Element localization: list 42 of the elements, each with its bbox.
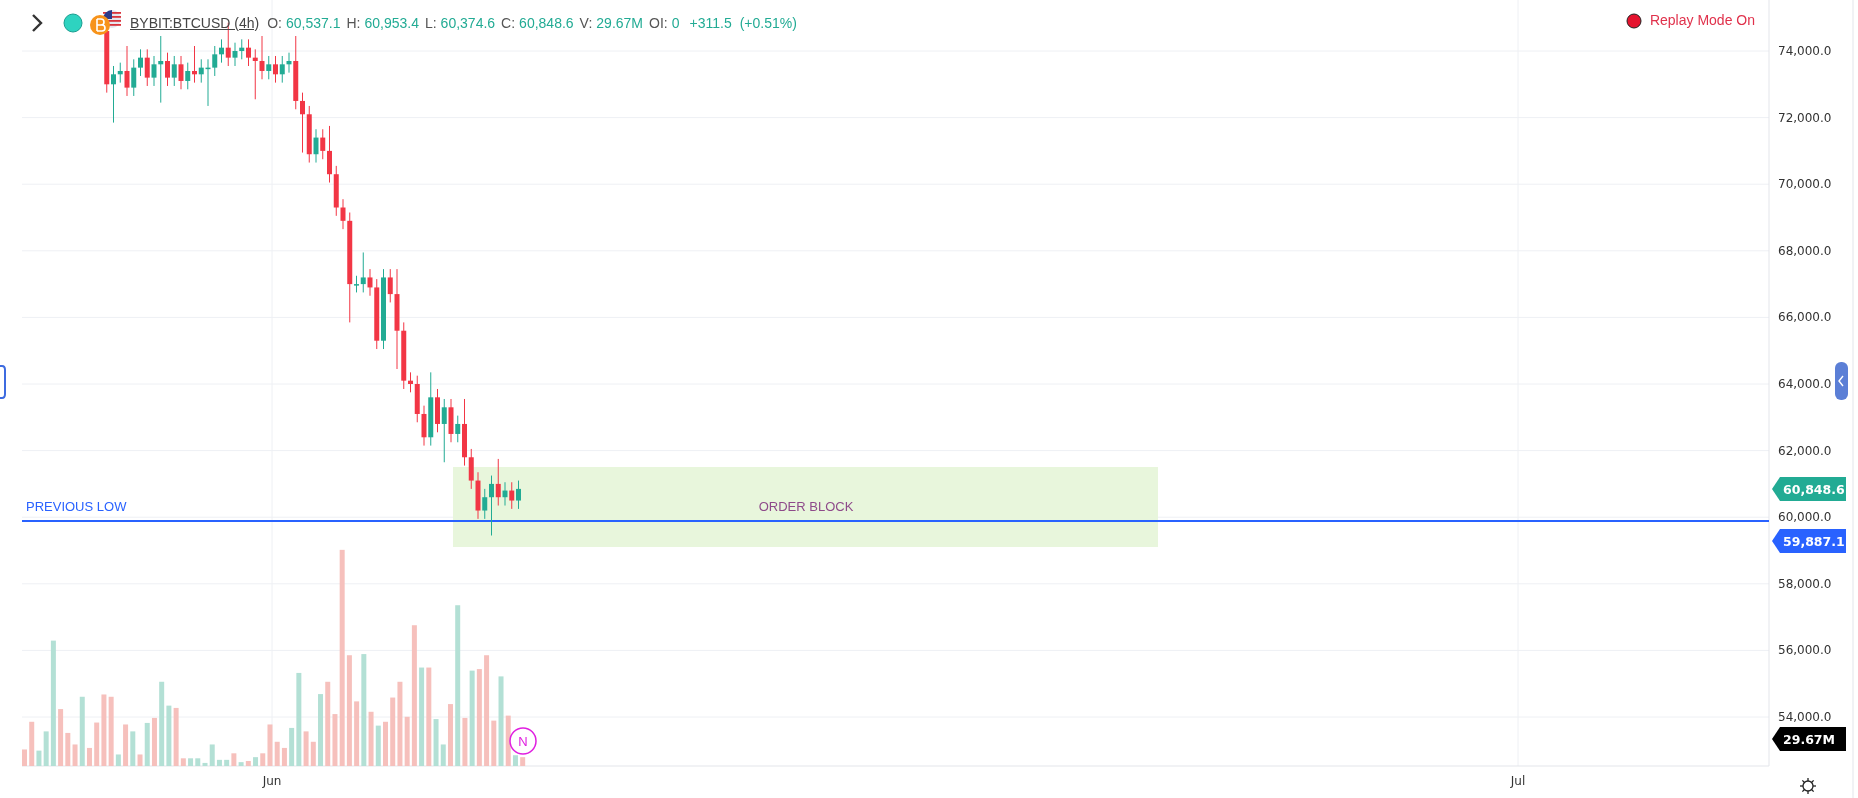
status-circle-icon [63, 13, 83, 33]
event-marker[interactable]: N [509, 727, 537, 755]
price-axis-label: 62,000.0 [1778, 443, 1832, 458]
price-axis-label: 74,000.0 [1778, 44, 1832, 58]
price-axis-label: 64,000.0 [1778, 377, 1832, 391]
price-axis-label: 68,000.0 [1778, 243, 1832, 258]
side-handle[interactable] [0, 365, 6, 399]
symbol-link[interactable]: BYBIT:BTCUSD (4h) [130, 12, 260, 34]
stat-value: 0 [671, 13, 680, 33]
settings-icon[interactable] [1799, 777, 1817, 795]
price-axis-label: 70,000.0 [1778, 177, 1832, 192]
zone-label: ORDER BLOCK [758, 499, 854, 514]
price-axis-label: 58,000.0 [1778, 576, 1832, 591]
stat-value: 60,374.6 [440, 13, 496, 33]
price-tag: 59,887.1 [1772, 529, 1846, 553]
price-axis-label: 66,000.0 [1778, 310, 1832, 325]
time-axis-label: Jul [1510, 774, 1526, 788]
replay-status: Replay Mode On [1649, 11, 1755, 30]
stat-label: L: [424, 13, 437, 33]
time-axis-label: Jun [262, 774, 282, 788]
stat-value: 60,537.1 [285, 13, 341, 33]
stat-value: 60,848.6 [519, 13, 574, 33]
stat-label: C: [501, 13, 516, 33]
line-label: PREVIOUS LOW [26, 499, 127, 514]
collapse-handle[interactable] [1835, 362, 1848, 400]
stat-label: H: [346, 13, 361, 33]
order-block-zone[interactable] [453, 467, 1158, 547]
stat-label: V: [579, 13, 593, 33]
expand-chevron-icon[interactable] [30, 12, 44, 34]
price-tag: 60,848.6 [1772, 477, 1846, 501]
price-axis-label: 54,000.0 [1778, 710, 1832, 724]
stat-value: 60,953.4 [364, 13, 419, 33]
stat-value: 29.67M [596, 13, 644, 33]
stat-label: O: [267, 13, 282, 33]
change-value: +311.5 [689, 13, 732, 33]
coin-icon [90, 15, 110, 35]
stat-label: OI: [649, 13, 668, 33]
price-tag: 29.67M [1772, 727, 1846, 751]
change-percent: (+0.51%) [739, 13, 797, 33]
price-axis-label: 60,000.0 [1778, 510, 1832, 525]
price-axis-label: 56,000.0 [1778, 643, 1832, 658]
price-axis-label: 72,000.0 [1778, 110, 1832, 125]
